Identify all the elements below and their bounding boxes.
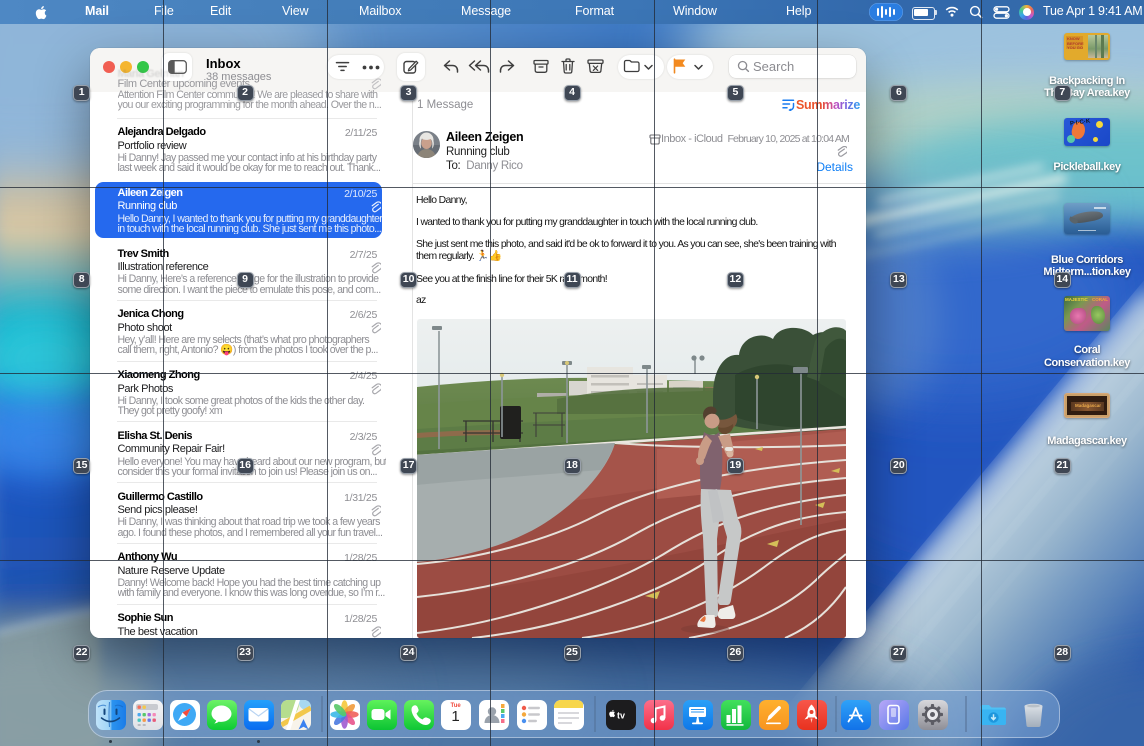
svg-text:tv: tv [617,710,625,720]
